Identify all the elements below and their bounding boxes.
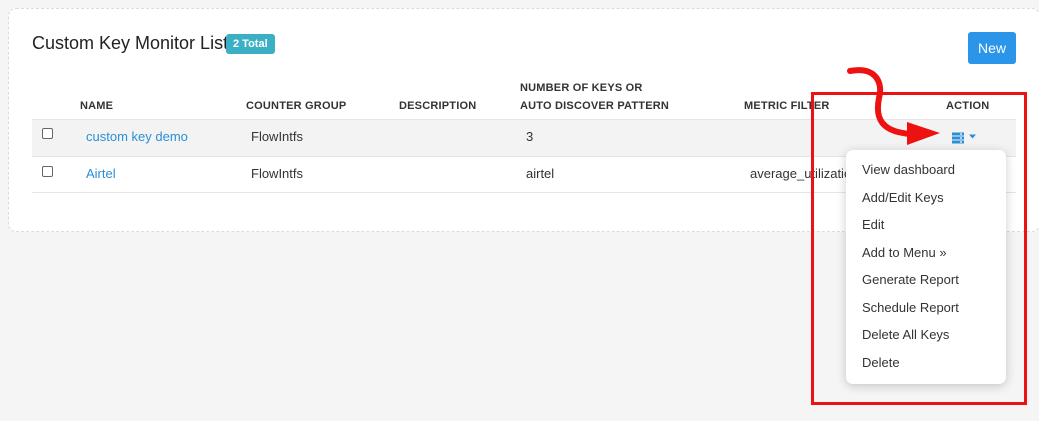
row-checkbox[interactable] [42, 166, 53, 177]
counter-group-cell: FlowIntfs [251, 129, 304, 144]
column-header-name[interactable]: NAME [80, 97, 113, 115]
column-header-keys-line1: NUMBER OF KEYS OR [520, 82, 643, 94]
row-checkbox[interactable] [42, 128, 53, 139]
new-button[interactable]: New [968, 32, 1016, 64]
total-badge: 2 Total [226, 34, 275, 54]
column-header-counter-group[interactable]: COUNTER GROUP [246, 97, 346, 115]
counter-group-cell: FlowIntfs [251, 166, 304, 181]
page-title: Custom Key Monitor List [32, 33, 229, 53]
keys-pattern-cell: airtel [526, 166, 555, 181]
monitor-name-link[interactable]: custom key demo [86, 129, 188, 144]
column-header-description[interactable]: DESCRIPTION [399, 97, 476, 115]
column-header-keys-line2: AUTO DISCOVER PATTERN [520, 100, 670, 112]
keys-count-cell: 3 [526, 129, 534, 144]
monitor-name-link[interactable]: Airtel [86, 166, 116, 181]
annotation-arrow-icon [847, 67, 940, 145]
column-header-keys[interactable]: NUMBER OF KEYS OR AUTO DISCOVER PATTERN [520, 79, 669, 115]
